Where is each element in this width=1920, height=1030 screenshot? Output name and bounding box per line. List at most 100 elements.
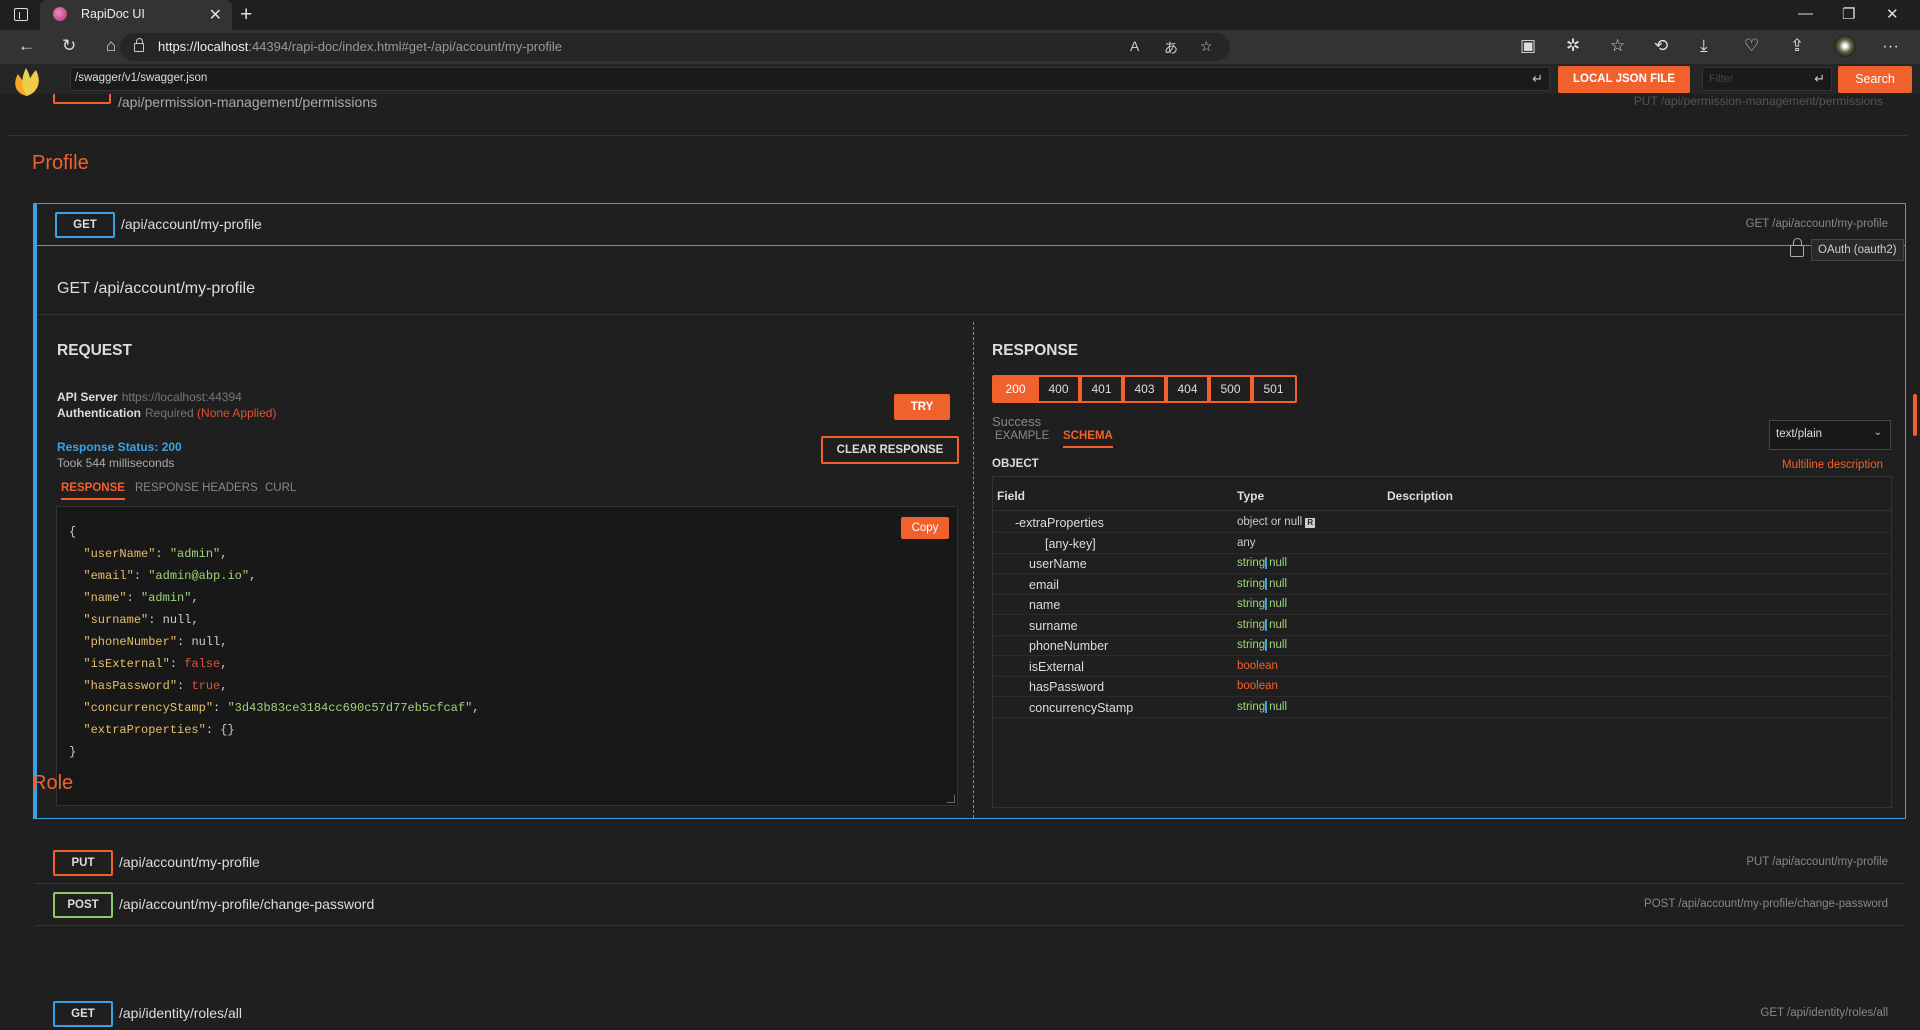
new-tab-icon[interactable]: + xyxy=(240,3,252,27)
enter-icon[interactable]: ↵ xyxy=(1814,71,1825,87)
status-code-501-button[interactable]: 501 xyxy=(1250,375,1297,403)
multiline-description-toggle[interactable]: Multiline description xyxy=(1782,459,1883,471)
address-bar[interactable]: https://localhost:44394/rapi-doc/index.h… xyxy=(120,33,1230,61)
copy-button[interactable]: Copy xyxy=(901,517,949,539)
history-icon[interactable]: ⟲ xyxy=(1654,36,1668,56)
share-icon[interactable]: ⇪ xyxy=(1790,36,1804,56)
schema-field-type: boolean xyxy=(1237,659,1278,672)
api-server-value: https://localhost:44394 xyxy=(121,390,242,404)
method-badge-put: PUT xyxy=(53,850,113,876)
clear-response-button[interactable]: CLEAR RESPONSE xyxy=(821,436,959,464)
tab-response-headers[interactable]: RESPONSE HEADERS xyxy=(135,482,258,494)
json-line: "surname": null, xyxy=(83,613,199,627)
lock-icon xyxy=(1790,238,1804,257)
operation-header[interactable]: GET /api/account/my-profile GET /api/acc… xyxy=(37,204,1905,246)
status-code-400-button[interactable]: 400 xyxy=(1035,375,1082,403)
section-title-role[interactable]: Role xyxy=(32,772,73,795)
schema-field-type: boolean xyxy=(1237,680,1278,692)
mime-type-select[interactable]: text/plain ⌄ xyxy=(1769,420,1891,450)
status-code-404-button[interactable]: 404 xyxy=(1164,375,1211,403)
tab-title: RapiDoc UI xyxy=(81,7,145,21)
operation-row[interactable]: POST/api/account/my-profile/change-passw… xyxy=(35,884,1905,926)
home-icon[interactable]: ⌂ xyxy=(106,36,116,56)
operation-path: /api/account/my-profile xyxy=(121,216,262,232)
tab-example[interactable]: EXAMPLE xyxy=(995,430,1049,442)
favorite-star-icon[interactable]: ☆ xyxy=(1200,38,1213,55)
downloads-icon[interactable]: ⤓ xyxy=(1700,36,1708,56)
rapidoc-favicon-icon xyxy=(53,7,67,21)
operation-row[interactable]: PUT/api/account/my-profile PUT /api/accou… xyxy=(35,842,1905,884)
tab-response[interactable]: RESPONSE xyxy=(61,482,125,500)
schema-object-label: OBJECT xyxy=(992,458,1039,470)
close-window-icon[interactable]: ✕ xyxy=(1886,5,1899,23)
json-line: "name": "admin", xyxy=(83,591,199,605)
operation-summary: GET /api/account/my-profile xyxy=(1745,218,1888,230)
schema-row: concurrencyStamp string null xyxy=(993,698,1891,718)
spec-url-input[interactable]: /swagger/v1/swagger.json ↵ xyxy=(70,67,1550,91)
rapidoc-header: /swagger/v1/swagger.json ↵ LOCAL JSON FI… xyxy=(0,64,1920,96)
resize-handle-icon[interactable] xyxy=(947,795,955,803)
status-code-500-button[interactable]: 500 xyxy=(1207,375,1254,403)
method-badge-post: POST xyxy=(53,892,113,918)
schema-row: [any-key] any xyxy=(993,534,1891,554)
translate-icon[interactable]: あ xyxy=(1164,38,1178,58)
minimize-icon[interactable]: — xyxy=(1798,5,1813,22)
restore-icon[interactable]: ❐ xyxy=(1842,5,1855,23)
divider xyxy=(37,314,1905,315)
schema-field-type: string null xyxy=(1237,577,1288,590)
schema-row: name string null xyxy=(993,595,1891,615)
readonly-marker: R xyxy=(1305,518,1316,528)
status-code-403-button[interactable]: 403 xyxy=(1121,375,1168,403)
profile-avatar[interactable] xyxy=(1834,35,1856,57)
expanded-operation: GET /api/account/my-profile GET /api/acc… xyxy=(33,203,1906,819)
local-json-file-button[interactable]: LOCAL JSON FILE xyxy=(1558,66,1690,93)
operation-summary: PUT /api/permission-management/permissio… xyxy=(1633,94,1883,108)
operation-path: /api/account/my-profile/change-password xyxy=(119,896,375,912)
more-menu-icon[interactable]: ··· xyxy=(1882,36,1899,56)
operation-title: GET /api/account/my-profile xyxy=(57,280,256,297)
operation-path: /api/account/my-profile xyxy=(119,854,260,870)
schema-field-type: string null xyxy=(1237,557,1288,569)
json-line: "isExternal": false, xyxy=(83,657,228,671)
column-divider xyxy=(973,322,974,818)
operation-summary: PUT /api/account/my-profile xyxy=(1746,856,1888,868)
schema-field-name[interactable]: -extraProperties xyxy=(1015,516,1104,530)
close-tab-icon[interactable]: ✕ xyxy=(209,5,222,25)
extensions-icon[interactable]: ✲ xyxy=(1566,36,1580,56)
enter-icon[interactable]: ↵ xyxy=(1532,71,1543,87)
json-line: "concurrencyStamp": "3d43b83ce3184cc690c… xyxy=(83,701,480,715)
response-body[interactable]: { "userName": "admin", "email": "admin@a… xyxy=(56,506,958,806)
operation-path: /api/permission-management/permissions xyxy=(118,94,378,110)
filter-input[interactable]: Filter ↵ xyxy=(1702,67,1832,91)
back-icon[interactable]: ← xyxy=(18,36,35,56)
tab-actions-icon[interactable] xyxy=(14,8,28,21)
tab-schema[interactable]: SCHEMA xyxy=(1063,430,1113,448)
schema-field-name: hasPassword xyxy=(1029,680,1105,694)
section-title-profile[interactable]: Profile xyxy=(32,152,89,175)
split-screen-icon[interactable]: ▣ xyxy=(1520,36,1536,56)
try-button[interactable]: TRY xyxy=(894,394,950,420)
api-server-row: API Server https://localhost:44394 xyxy=(57,390,242,404)
schema-row: email string null xyxy=(993,575,1891,595)
status-code-200-button[interactable]: 200 xyxy=(992,375,1039,403)
schema-field-type: string null xyxy=(1237,618,1288,631)
column-header-description: Description xyxy=(1387,489,1454,503)
browser-tab[interactable]: RapiDoc UI ✕ xyxy=(40,0,232,30)
request-heading: REQUEST xyxy=(57,342,132,359)
favorites-icon[interactable]: ☆ xyxy=(1610,36,1625,56)
json-line: "email": "admin@abp.io", xyxy=(83,569,257,583)
status-code-401-button[interactable]: 401 xyxy=(1078,375,1125,403)
schema-row: isExternal boolean xyxy=(993,657,1891,677)
response-heading: RESPONSE xyxy=(992,342,1079,359)
tab-curl[interactable]: CURL xyxy=(265,482,296,494)
schema-field-name: [any-key] xyxy=(1045,536,1096,551)
health-icon[interactable]: ♡ xyxy=(1744,36,1759,56)
operation-row-partial[interactable]: /api/permission-management/permissions P… xyxy=(8,94,1908,136)
column-header-type: Type xyxy=(1237,489,1265,503)
search-button[interactable]: Search xyxy=(1838,66,1912,93)
refresh-icon[interactable]: ↻ xyxy=(62,36,76,56)
json-line: "phoneNumber": null, xyxy=(83,635,228,649)
operation-row[interactable]: GET/api/identity/roles/all GET /api/ident… xyxy=(35,993,1905,1030)
scrollbar-thumb[interactable] xyxy=(1913,394,1917,436)
read-aloud-icon[interactable]: A xyxy=(1130,38,1139,54)
